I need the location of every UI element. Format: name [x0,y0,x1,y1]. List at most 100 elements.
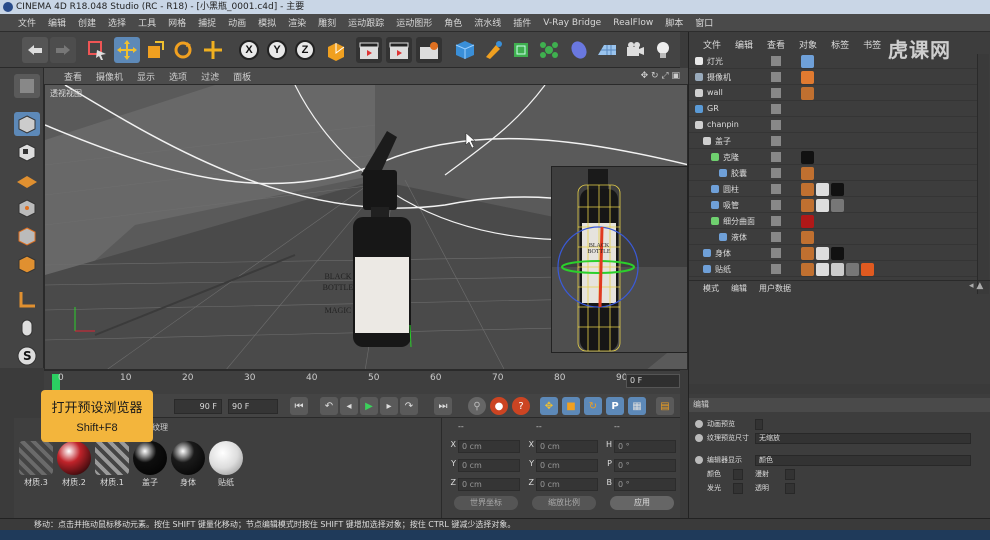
previous-key-button[interactable]: ↶ [320,397,338,415]
object-tag-icon[interactable] [801,167,814,180]
object-row[interactable]: 摄像机 [689,70,977,85]
coordinate-value-field[interactable]: 0 cm [458,478,520,491]
material-swatch[interactable]: 贴纸 [208,440,244,490]
coordinate-value-field[interactable]: 0 cm [458,459,520,472]
viewport-menu-item-1[interactable]: 摄像机 [96,70,123,83]
go-to-start-button[interactable]: ⏮ [290,397,308,415]
next-key-button[interactable]: ↷ [400,397,418,415]
material-tab-texture[interactable]: 纹理 [152,422,168,436]
viewport-menu-item-3[interactable]: 选项 [169,70,187,83]
object-tag-icon[interactable] [801,215,814,228]
recent-tools-button[interactable] [200,37,226,63]
y-axis-lock-button[interactable]: Y [264,37,290,63]
visibility-toggle-icon[interactable] [771,168,781,178]
object-tag-icon[interactable] [816,199,829,212]
visibility-toggle-icon[interactable] [771,200,781,210]
coordinate-value-field[interactable]: 0 cm [536,478,598,491]
object-tag-icon[interactable] [846,263,859,276]
render-to-picture-viewer-button[interactable] [386,37,412,63]
object-tag-icon[interactable] [831,247,844,260]
camera-button[interactable] [622,37,648,63]
attribute-checkbox[interactable] [733,469,743,480]
object-row[interactable]: 圆柱 [689,182,977,197]
visibility-toggle-icon[interactable] [771,152,781,162]
menu-item-12[interactable]: 运动图形 [396,16,432,29]
material-swatch[interactable]: 盖子 [132,440,168,490]
menu-item-19[interactable]: 窗口 [695,16,713,29]
attributes-nav-icons[interactable]: ◂ ▲ [969,281,983,291]
menu-item-0[interactable]: 文件 [18,16,36,29]
cloner-button[interactable] [536,37,562,63]
menu-item-4[interactable]: 工具 [138,16,156,29]
object-tag-icon[interactable] [801,151,814,164]
viewport-menu-item-4[interactable]: 过滤 [201,70,219,83]
attribute-checkbox[interactable] [733,483,743,494]
object-row[interactable]: wall [689,86,977,101]
visibility-toggle-icon[interactable] [771,184,781,194]
key-parameter-button[interactable]: P [606,397,624,415]
edges-mode-button[interactable] [14,224,40,248]
object-menu-item-5[interactable]: 书签 [863,38,881,52]
model-mode-button[interactable] [14,112,40,136]
material-swatch[interactable]: 材质.2 [56,440,92,490]
object-row[interactable]: 贴纸 [689,262,977,277]
viewport-menu-item-5[interactable]: 面板 [233,70,251,83]
menu-item-5[interactable]: 网格 [168,16,186,29]
object-tag-icon[interactable] [801,263,814,276]
object-row[interactable]: chanpin [689,118,977,133]
object-tag-icon[interactable] [861,263,874,276]
object-row[interactable]: 细分曲面 [689,214,977,229]
object-menu-item-4[interactable]: 标签 [831,38,849,52]
object-row[interactable]: 吸管 [689,198,977,213]
object-row[interactable]: 克隆 [689,150,977,165]
apply-button[interactable]: 应用 [610,496,674,510]
object-tag-icon[interactable] [801,55,814,68]
menu-item-8[interactable]: 模拟 [258,16,276,29]
timeline-window-button[interactable]: ▤ [656,397,674,415]
menu-item-18[interactable]: 脚本 [665,16,683,29]
menu-item-2[interactable]: 创建 [78,16,96,29]
material-swatch[interactable]: 材质.3 [18,440,54,490]
coordinate-value-field[interactable]: 0 ° [614,478,676,491]
key-pla-button[interactable]: ▦ [628,397,646,415]
visibility-toggle-icon[interactable] [771,72,781,82]
z-axis-lock-button[interactable]: Z [292,37,318,63]
render-settings-button[interactable] [416,37,442,63]
redo-button[interactable] [50,37,76,63]
attribute-checkbox[interactable] [755,419,763,430]
coordinate-system-button[interactable] [322,37,348,63]
menu-item-16[interactable]: V-Ray Bridge [543,18,601,28]
object-tag-icon[interactable] [801,247,814,260]
object-tag-icon[interactable] [831,199,844,212]
undo-button[interactable] [22,37,48,63]
deformer-button[interactable] [566,37,592,63]
attribute-dropdown[interactable]: 颜色 [755,455,971,466]
object-tag-icon[interactable] [801,231,814,244]
menu-item-10[interactable]: 雕刻 [318,16,336,29]
points-mode-button[interactable] [14,196,40,220]
object-row[interactable]: 身体 [689,246,977,261]
menu-item-15[interactable]: 插件 [513,16,531,29]
menu-item-6[interactable]: 捕捉 [198,16,216,29]
visibility-toggle-icon[interactable] [771,120,781,130]
object-row[interactable]: 胶囊 [689,166,977,181]
attributes-menu-item-2[interactable]: 用户数据 [759,283,791,294]
texture-mode-button[interactable] [14,140,40,164]
coordinate-value-field[interactable]: 0 cm [536,459,598,472]
record-keys-button[interactable]: ⚲ [468,397,486,415]
object-menu-item-1[interactable]: 编辑 [735,38,753,52]
object-manager-scrollbar[interactable] [977,54,989,294]
light-button[interactable] [650,37,676,63]
current-frame-field[interactable]: 0 F [626,374,680,388]
coordinate-value-field[interactable]: 0 ° [614,459,676,472]
scale-tool-button[interactable] [142,37,168,63]
visibility-toggle-icon[interactable] [771,232,781,242]
next-frame-button[interactable]: ▸ [380,397,398,415]
menu-item-9[interactable]: 渲染 [288,16,306,29]
animate-radio-icon[interactable] [695,456,703,464]
animate-radio-icon[interactable] [695,434,703,442]
play-button[interactable]: ▶ [360,397,378,415]
object-tag-icon[interactable] [831,183,844,196]
object-tag-icon[interactable] [801,71,814,84]
key-scale-button[interactable]: ■ [562,397,580,415]
